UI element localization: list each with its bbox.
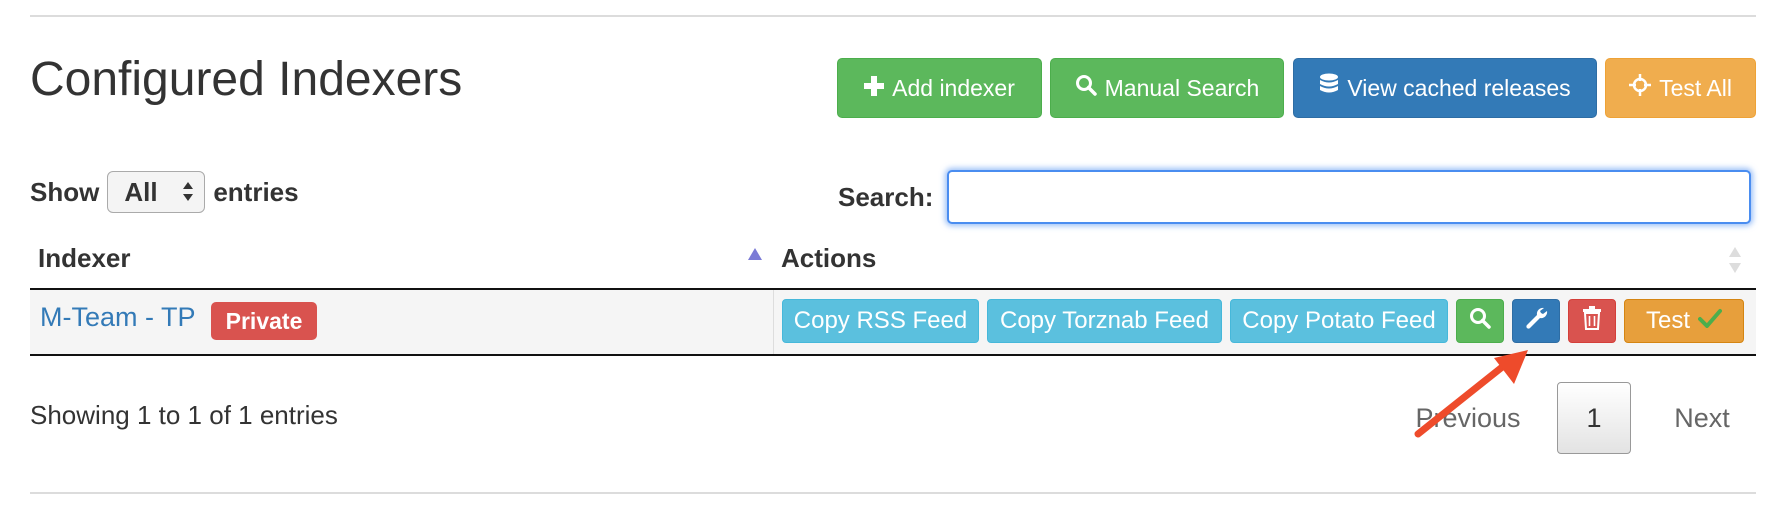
sort-ascending-icon [748, 247, 762, 260]
top-divider [30, 15, 1756, 17]
search-icon [1469, 307, 1491, 336]
indexer-name-link[interactable]: M-Team - TP [40, 302, 196, 333]
column-divider [773, 290, 774, 354]
crosshair-icon [1629, 74, 1652, 102]
trash-icon [1582, 305, 1602, 337]
select-arrows-icon [182, 178, 194, 206]
copy-rss-feed-button[interactable]: Copy RSS Feed [782, 299, 979, 343]
next-page-label: Next [1674, 402, 1730, 433]
configure-indexer-button[interactable] [1512, 299, 1560, 343]
copy-potato-feed-label: Copy Potato Feed [1242, 307, 1436, 334]
current-page-button[interactable]: 1 [1557, 382, 1631, 454]
delete-indexer-button[interactable] [1568, 299, 1616, 343]
add-indexer-label: Add indexer [892, 74, 1015, 101]
test-all-button[interactable]: Test All [1605, 58, 1756, 118]
copy-torznab-feed-button[interactable]: Copy Torznab Feed [987, 299, 1222, 343]
entries-select-value: All [124, 176, 158, 207]
table-info: Showing 1 to 1 of 1 entries [30, 400, 338, 430]
test-indexer-label: Test [1645, 307, 1690, 334]
column-header-indexer[interactable]: Indexer [38, 243, 131, 274]
entries-label: entries [213, 176, 299, 207]
add-indexer-button[interactable]: Add indexer [837, 58, 1042, 118]
checkmark-icon [1698, 307, 1722, 335]
search-control: Search: [838, 170, 1752, 224]
view-cached-releases-button[interactable]: View cached releases [1293, 58, 1597, 118]
search-icon [1075, 74, 1097, 102]
manual-search-label: Manual Search [1104, 74, 1260, 101]
test-indexer-button[interactable]: Test [1624, 299, 1744, 343]
wrench-icon [1524, 306, 1548, 337]
view-cached-releases-label: View cached releases [1347, 74, 1571, 101]
show-label: Show [30, 176, 100, 207]
manual-search-button[interactable]: Manual Search [1050, 58, 1284, 118]
search-input[interactable] [947, 170, 1752, 224]
search-label: Search: [838, 181, 934, 212]
copy-rss-feed-label: Copy RSS Feed [793, 307, 968, 334]
entries-select[interactable]: All [107, 171, 206, 213]
plus-icon [864, 75, 885, 102]
annotation-arrow-icon [1414, 350, 1528, 438]
row-search-button[interactable] [1456, 299, 1504, 343]
current-page-label: 1 [1586, 402, 1602, 433]
test-all-label: Test All [1659, 74, 1732, 101]
copy-potato-feed-button[interactable]: Copy Potato Feed [1230, 299, 1448, 343]
copy-torznab-feed-label: Copy Torznab Feed [999, 307, 1209, 334]
database-icon [1319, 73, 1339, 103]
next-page-button[interactable]: Next [1652, 382, 1752, 454]
private-badge: Private [211, 302, 317, 340]
bottom-divider [30, 492, 1756, 494]
column-header-actions[interactable]: Actions [781, 243, 876, 274]
length-control: Show All entries [30, 170, 299, 214]
page-title: Configured Indexers [30, 53, 463, 106]
sort-both-icon [1728, 245, 1742, 275]
